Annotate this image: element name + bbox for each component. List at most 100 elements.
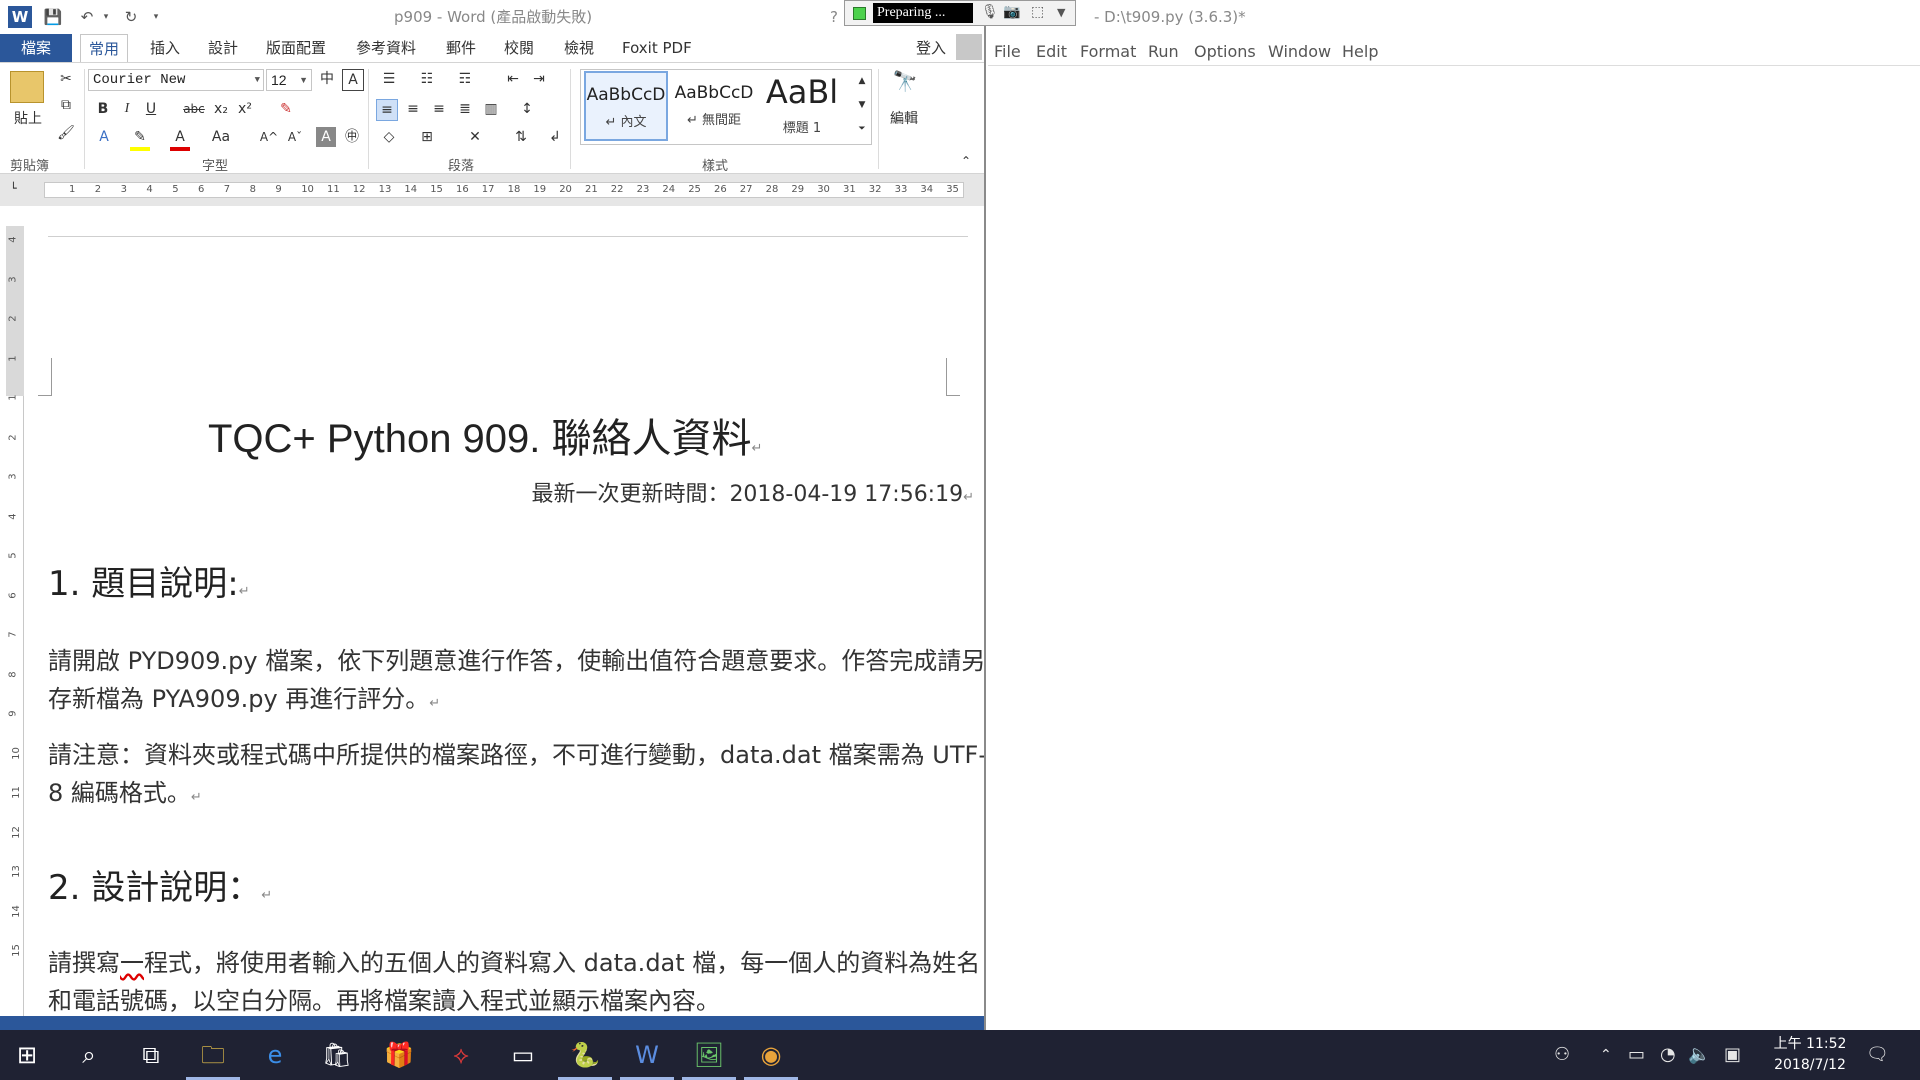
editing-button[interactable]: 編輯	[884, 109, 924, 129]
menu-run[interactable]: Run	[1148, 42, 1179, 61]
italic-button[interactable]: I	[118, 99, 136, 119]
character-shading-icon[interactable]: A	[316, 127, 336, 147]
help-icon[interactable]: ?	[826, 6, 842, 28]
tab-foxit-pdf[interactable]: Foxit PDF	[614, 34, 700, 62]
search-icon[interactable]: ⌕	[62, 1030, 116, 1080]
superscript-button[interactable]: x²	[234, 99, 256, 119]
menu-format[interactable]: Format	[1080, 42, 1136, 61]
notifications-icon[interactable]: 🗨	[1866, 1030, 1889, 1080]
pdf-reader-icon[interactable]: ⟡	[434, 1030, 488, 1080]
word-app-icon[interactable]: W	[8, 6, 32, 28]
document-page[interactable]: TQC+ Python 909. 聯絡人資料↵ 最新一次更新時間：2018-04…	[38, 206, 984, 1015]
ruler-strip[interactable]: 1 2 3 4 5 6 7 8 9 10 11 12 13 14 15 16 17 18 19 20 21 22 23 24 2…	[44, 182, 964, 198]
tab-review[interactable]: 校閱	[496, 34, 542, 62]
styles-scroll-down-icon[interactable]: ▼	[854, 95, 870, 115]
python-idle-icon[interactable]: 🐍	[558, 1030, 612, 1080]
signin-link[interactable]: 登入	[908, 34, 954, 62]
word-taskbar-icon[interactable]: W	[620, 1030, 674, 1080]
chrome-icon[interactable]: ◉	[744, 1030, 798, 1080]
file-explorer-icon[interactable]: 🗀	[186, 1030, 240, 1080]
sort-icon[interactable]: ⇅	[510, 127, 532, 147]
styles-scroll-up-icon[interactable]: ▲	[854, 71, 870, 91]
increase-indent-icon[interactable]: ⇥	[528, 69, 550, 89]
show-marks-icon[interactable]: ↲	[544, 127, 566, 147]
multilevel-list-icon[interactable]: ☶	[452, 69, 478, 89]
taskbar-clock[interactable]: 上午 11:52 2018/7/12	[1770, 1034, 1850, 1076]
subscript-button[interactable]: x₂	[210, 99, 232, 119]
clear-formatting-icon[interactable]: ✎	[276, 99, 296, 119]
gift-app-icon[interactable]: 🎁	[372, 1030, 426, 1080]
copy-icon[interactable]: ⧉	[56, 95, 76, 115]
underline-button[interactable]: U	[142, 99, 160, 119]
align-center-icon[interactable]: ≡	[402, 99, 424, 119]
numbering-icon[interactable]: ☷	[414, 69, 440, 89]
paste-button[interactable]: 貼上	[8, 109, 48, 129]
spelling-error[interactable]: 一	[120, 949, 144, 977]
menu-window[interactable]: Window	[1268, 42, 1331, 61]
microphone-icon[interactable]: 🎙	[981, 4, 999, 20]
shading-icon[interactable]: ◇	[376, 127, 402, 147]
wifi-icon[interactable]: ◔	[1660, 1030, 1676, 1080]
style-heading-1[interactable]: AaBl 標題 1	[760, 71, 844, 141]
edge-icon[interactable]: e	[248, 1030, 302, 1080]
tab-layout[interactable]: 版面配置	[258, 34, 334, 62]
align-right-icon[interactable]: ≡	[428, 99, 450, 119]
font-color-button[interactable]: A	[170, 127, 190, 151]
tab-view[interactable]: 檢視	[556, 34, 602, 62]
image-editor-icon[interactable]: 🖼	[682, 1030, 736, 1080]
redo-icon[interactable]: ↻	[120, 6, 142, 28]
decrease-indent-icon[interactable]: ⇤	[502, 69, 524, 89]
style-normal[interactable]: AaBbCcD ↵ 內文	[584, 71, 668, 141]
volume-icon[interactable]: 🔈	[1688, 1030, 1710, 1080]
phonetic-guide-icon[interactable]: 中	[316, 69, 338, 89]
font-size-dropdown[interactable]: 12 ▼	[266, 69, 312, 91]
store-icon[interactable]: 🛍	[310, 1030, 364, 1080]
document-area[interactable]: TQC+ Python 909. 聯絡人資料↵ 最新一次更新時間：2018-04…	[24, 206, 984, 1015]
tab-file[interactable]: 檔案	[0, 34, 72, 62]
show-hidden-icons-icon[interactable]: ⌃	[1600, 1030, 1612, 1080]
styles-more-icon[interactable]: ⏷	[854, 119, 870, 139]
change-case-button[interactable]: Aa	[208, 127, 234, 147]
idle-code-area[interactable]	[988, 67, 1920, 1027]
people-icon[interactable]: ⚇	[1554, 1030, 1570, 1080]
text-effects-icon[interactable]: A	[94, 127, 114, 147]
menu-options[interactable]: Options	[1194, 42, 1256, 61]
undo-dropdown-icon[interactable]: ▾	[100, 6, 112, 28]
style-no-spacing[interactable]: AaBbCcD ↵ 無間距	[672, 71, 756, 141]
battery-icon[interactable]: ▭	[1628, 1030, 1645, 1080]
enclose-characters-icon[interactable]: ㊥	[342, 127, 362, 147]
line-spacing-icon[interactable]: ↕	[514, 99, 540, 119]
cut-icon[interactable]: ✂	[56, 69, 76, 89]
region-select-icon[interactable]: ⬚	[1031, 4, 1044, 20]
borders-icon[interactable]: ⊞	[414, 127, 440, 147]
tab-selector-icon[interactable]: └	[10, 182, 24, 196]
collapse-ribbon-icon[interactable]: ⌃	[956, 151, 976, 171]
distributed-icon[interactable]: ▥	[480, 99, 502, 119]
start-button-icon[interactable]: ⊞	[0, 1030, 54, 1080]
undo-icon[interactable]: ↶	[76, 6, 98, 28]
menu-file[interactable]: File	[994, 42, 1021, 61]
command-prompt-icon[interactable]: ▭	[496, 1030, 550, 1080]
tab-design[interactable]: 設計	[200, 34, 246, 62]
save-icon[interactable]: 💾	[42, 6, 64, 28]
camera-icon[interactable]: 📷	[1003, 4, 1020, 20]
find-icon[interactable]: 🔭	[890, 71, 920, 91]
task-view-icon[interactable]: ⧉	[124, 1030, 178, 1080]
customize-qat-icon[interactable]: ▾	[150, 6, 162, 28]
recorder-menu-icon[interactable]: ▼	[1057, 6, 1065, 19]
bullets-icon[interactable]: ☰	[376, 69, 402, 89]
highlight-icon[interactable]: ✎	[130, 127, 150, 151]
strikethrough-button[interactable]: abc	[180, 99, 208, 119]
input-method-icon[interactable]: ▣	[1724, 1030, 1741, 1080]
menu-edit[interactable]: Edit	[1036, 42, 1067, 61]
asian-layout-icon[interactable]: ✕	[462, 127, 488, 147]
format-painter-icon[interactable]: 🖌	[56, 123, 76, 143]
tab-mailings[interactable]: 郵件	[438, 34, 484, 62]
tab-references[interactable]: 參考資料	[348, 34, 424, 62]
menu-help[interactable]: Help	[1342, 42, 1378, 61]
font-name-dropdown[interactable]: Courier New ▼	[88, 69, 264, 91]
bold-button[interactable]: B	[94, 99, 112, 119]
character-border-icon[interactable]: A	[342, 69, 364, 91]
justify-icon[interactable]: ≣	[454, 99, 476, 119]
avatar[interactable]	[956, 34, 982, 60]
